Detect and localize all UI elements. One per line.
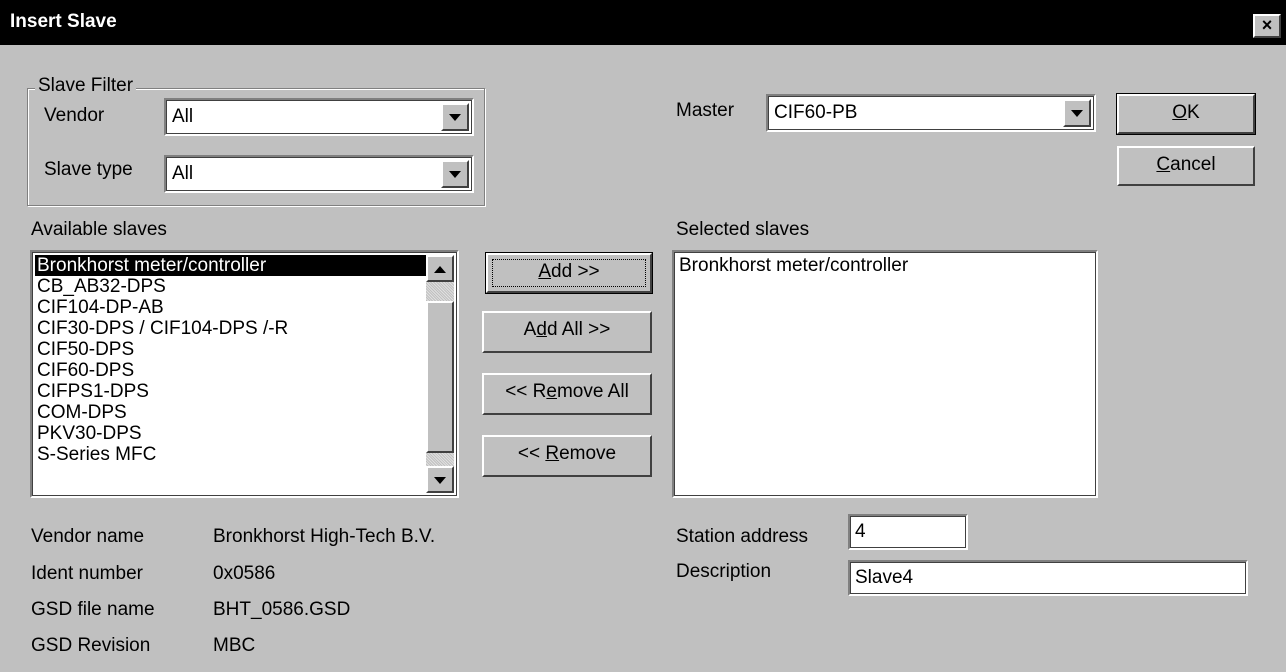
list-item[interactable]: S-Series MFC bbox=[35, 444, 426, 465]
list-item[interactable]: Bronkhorst meter/controller bbox=[677, 255, 1096, 276]
close-button[interactable]: × bbox=[1253, 14, 1281, 38]
remove-all-button[interactable]: << Remove All bbox=[482, 373, 652, 415]
chevron-down-icon bbox=[449, 114, 461, 121]
title-bar: Insert Slave × bbox=[0, 0, 1286, 45]
remove-button-label: emove bbox=[559, 443, 617, 464]
scroll-up-button[interactable] bbox=[426, 255, 454, 282]
add-all-button-accel: d bbox=[536, 319, 547, 340]
list-item[interactable]: CIF104-DP-AB bbox=[35, 297, 426, 318]
list-item[interactable]: CIF30-DPS / CIF104-DPS /-R bbox=[35, 318, 426, 339]
available-slaves-scrollbar[interactable] bbox=[426, 255, 454, 493]
list-item[interactable]: Bronkhorst meter/controller bbox=[35, 255, 426, 276]
list-item[interactable]: CIFPS1-DPS bbox=[35, 381, 426, 402]
arrow-up-icon bbox=[434, 265, 446, 273]
gsd-file-value: BHT_0586.GSD bbox=[213, 599, 351, 620]
description-value: Slave4 bbox=[855, 567, 914, 588]
add-all-button-label: d All >> bbox=[546, 319, 611, 340]
vendor-select-value: All bbox=[172, 106, 194, 127]
chevron-down-icon bbox=[449, 171, 461, 178]
gsd-revision-value: MBC bbox=[213, 635, 256, 656]
add-button[interactable]: Add >> bbox=[485, 252, 653, 294]
list-item[interactable]: CIF60-DPS bbox=[35, 360, 426, 381]
add-all-button[interactable]: Add All >> bbox=[482, 311, 652, 353]
slave-filter-label: Slave Filter bbox=[35, 75, 137, 97]
slave-type-dropdown-button[interactable] bbox=[441, 160, 469, 188]
remove-button-label-pre: << bbox=[517, 443, 546, 464]
selected-slaves-label: Selected slaves bbox=[676, 219, 810, 240]
master-select[interactable]: CIF60-PB bbox=[766, 94, 1096, 132]
master-dropdown-button[interactable] bbox=[1063, 99, 1091, 127]
master-label: Master bbox=[676, 100, 735, 121]
ident-number-value: 0x0586 bbox=[213, 563, 276, 584]
master-select-value: CIF60-PB bbox=[774, 102, 858, 123]
description-input[interactable]: Slave4 bbox=[848, 560, 1248, 596]
cancel-button-accel: C bbox=[1156, 154, 1171, 175]
available-slaves-label: Available slaves bbox=[31, 219, 167, 240]
scroll-down-button[interactable] bbox=[426, 466, 454, 493]
vendor-select[interactable]: All bbox=[164, 98, 474, 136]
ok-button-label: K bbox=[1187, 102, 1200, 123]
ok-button-accel: O bbox=[1172, 102, 1188, 123]
remove-button-accel: R bbox=[545, 443, 560, 464]
add-all-button-label-pre: A bbox=[523, 319, 537, 340]
station-address-value: 4 bbox=[855, 521, 866, 542]
chevron-down-icon bbox=[1071, 110, 1083, 117]
list-item[interactable]: PKV30-DPS bbox=[35, 423, 426, 444]
cancel-button[interactable]: Cancel bbox=[1117, 146, 1255, 186]
window-title: Insert Slave bbox=[10, 11, 117, 32]
station-address-input[interactable]: 4 bbox=[848, 514, 968, 550]
remove-button[interactable]: << Remove bbox=[482, 435, 652, 477]
cancel-button-label: ancel bbox=[1170, 154, 1216, 175]
arrow-down-icon bbox=[434, 476, 446, 484]
focus-rect bbox=[492, 259, 646, 287]
slave-type-select-value: All bbox=[172, 163, 194, 184]
list-item[interactable]: CB_AB32-DPS bbox=[35, 276, 426, 297]
vendor-name-value: Bronkhorst High-Tech B.V. bbox=[213, 526, 436, 547]
selected-slaves-list[interactable]: Bronkhorst meter/controller bbox=[672, 250, 1098, 498]
list-item[interactable]: COM-DPS bbox=[35, 402, 426, 423]
vendor-dropdown-button[interactable] bbox=[441, 103, 469, 131]
slave-type-select[interactable]: All bbox=[164, 155, 474, 193]
remove-all-button-label-pre: << R bbox=[505, 381, 547, 402]
remove-all-button-label: move All bbox=[556, 381, 629, 402]
scroll-thumb[interactable] bbox=[426, 301, 454, 453]
station-address-label: Station address bbox=[676, 526, 809, 547]
remove-all-button-accel: e bbox=[546, 381, 557, 402]
close-icon: × bbox=[1261, 15, 1273, 35]
list-item[interactable]: CIF50-DPS bbox=[35, 339, 426, 360]
vendor-label: Vendor bbox=[44, 105, 105, 126]
ident-number-label: Ident number bbox=[31, 563, 143, 584]
ok-button[interactable]: OK bbox=[1116, 93, 1256, 135]
description-label: Description bbox=[676, 561, 772, 582]
gsd-revision-label: GSD Revision bbox=[31, 635, 151, 656]
slave-type-label: Slave type bbox=[44, 159, 133, 180]
vendor-name-label: Vendor name bbox=[31, 526, 145, 547]
available-slaves-list[interactable]: Bronkhorst meter/controller CB_AB32-DPS … bbox=[30, 250, 459, 498]
gsd-file-label: GSD file name bbox=[31, 599, 155, 620]
